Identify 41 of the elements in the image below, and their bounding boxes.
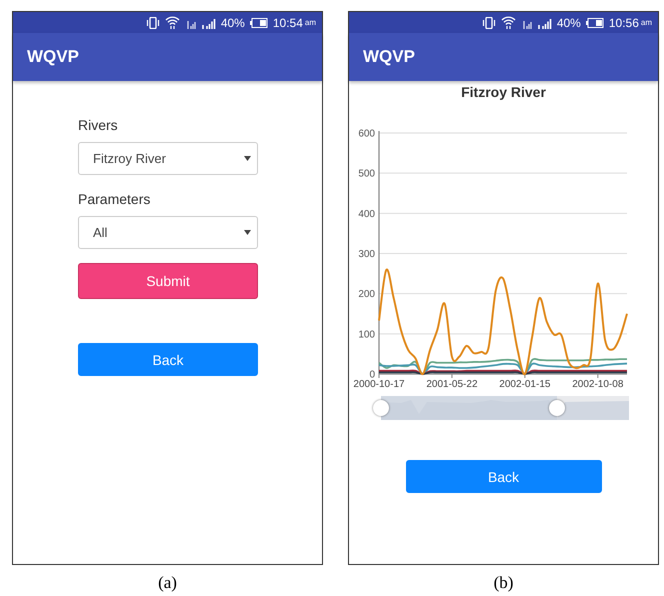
wifi-icon: [500, 16, 516, 29]
range-handle[interactable]: [373, 400, 389, 416]
y-tick-label: 0: [369, 370, 375, 380]
figure-caption: (b): [494, 573, 514, 593]
y-tick-label: 600: [358, 128, 375, 140]
dropdown-select[interactable]: All: [78, 216, 258, 249]
y-tick-label: 500: [358, 168, 375, 180]
app-title: WQVP: [27, 47, 79, 67]
y-tick-label: 200: [358, 289, 375, 300]
clock-meridiem: am: [640, 18, 652, 27]
range-slider[interactable]: [381, 396, 629, 420]
battery-percent: 40%: [556, 16, 581, 30]
y-tick-label: 100: [358, 329, 375, 340]
back-button[interactable]: Back: [78, 343, 258, 376]
clock-meridiem: am: [304, 18, 316, 27]
vibrate-icon: [482, 16, 496, 28]
y-tick-label: 300: [358, 249, 375, 260]
vibrate-icon: [146, 16, 160, 28]
back-button[interactable]: Back: [406, 460, 602, 493]
battery-icon: [586, 18, 604, 28]
caret-icon: [244, 156, 251, 161]
wifi-icon: [164, 16, 180, 29]
x-tick-label: 2000-10-17: [353, 379, 405, 390]
battery-percent: 40%: [220, 16, 245, 30]
signal-icon: [202, 16, 216, 28]
signal-icon: [538, 16, 552, 28]
y-tick-label: 400: [358, 208, 375, 220]
field-label: Parameters: [78, 191, 152, 207]
dropdown-select[interactable]: Fitzroy River: [78, 142, 258, 175]
caret-icon: [244, 230, 251, 235]
x-tick-label: 2002-10-08: [572, 379, 624, 390]
app-title: WQVP: [363, 47, 415, 67]
battery-icon: [250, 18, 268, 28]
x-tick-label: 2002-01-15: [499, 379, 550, 390]
figure-caption: (a): [158, 573, 177, 593]
x-tick-label: 2001-05-22: [426, 379, 478, 390]
clock-time: 10:56: [608, 16, 639, 30]
clock-time: 10:54: [272, 16, 303, 30]
submit-button[interactable]: Submit: [78, 263, 258, 299]
field-label: Rivers: [78, 117, 119, 133]
chart-title: Fitzroy River: [460, 84, 547, 102]
